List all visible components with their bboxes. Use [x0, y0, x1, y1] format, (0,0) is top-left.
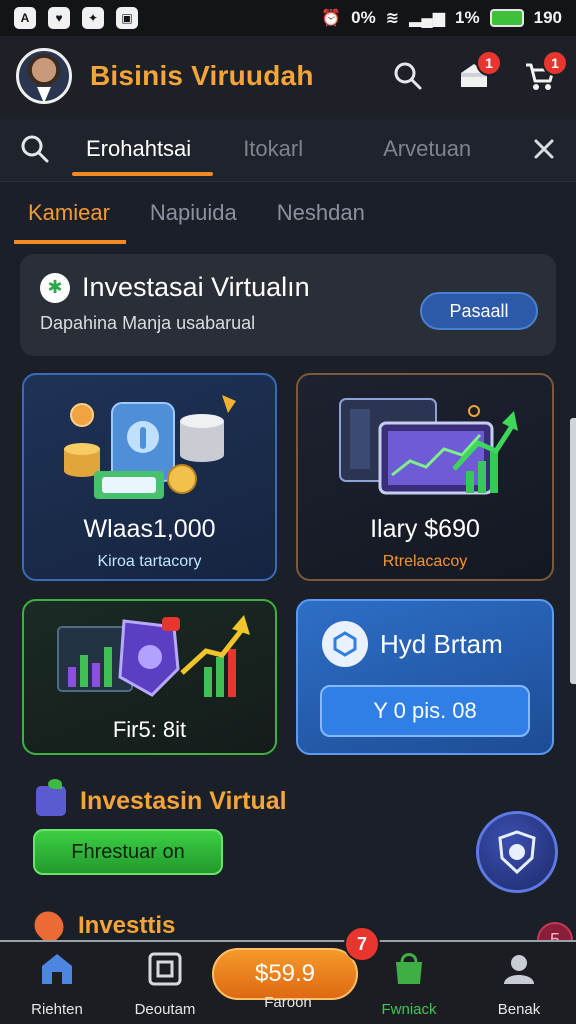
section-action-button[interactable]: Fhrestuar on [33, 829, 223, 875]
wallet-icon [148, 952, 182, 986]
search-icon[interactable] [20, 134, 50, 164]
leaf-icon: ✱ [40, 272, 70, 303]
app-title: Bisinis Viruudah [90, 60, 314, 91]
card-4-button[interactable]: Y 0 pis. 08 [320, 685, 530, 737]
banner-button[interactable]: Pasaall [420, 292, 538, 330]
search-icon [394, 62, 422, 90]
alarm-icon: ⏰ [321, 10, 342, 27]
card-4-title-row: Hyd Brtam [322, 621, 503, 667]
scrollbar[interactable] [570, 418, 576, 684]
status-time: 190 [533, 8, 562, 27]
status-bar: A ♥ ✦ ▣ ⏰ 0% ≋ ▂▄▆ 1% 190 [0, 0, 576, 36]
banner-title: Investasai Virtualın [82, 272, 310, 302]
investment-card-1[interactable]: Wlaas1,000 Kiroa tartacory [22, 373, 277, 581]
shield-icon [498, 830, 536, 874]
app-icon-2: ♥ [48, 7, 70, 29]
bag-icon [396, 953, 422, 984]
nav-label-riehten: Riehten [31, 1001, 83, 1018]
coins-wallet-illustration [64, 395, 236, 499]
shield-growth-illustration [57, 615, 250, 697]
card-4-title: Hyd Brtam [380, 628, 503, 659]
chart-monitor-illustration [339, 398, 518, 495]
card-1-subtitle: Kiroa tartacory [97, 553, 202, 570]
cart-badge: 1 [542, 50, 568, 76]
battery-icon [489, 9, 524, 27]
search-button[interactable] [388, 56, 428, 96]
home-icon [42, 954, 72, 984]
nav-label-faroon: Faroon [264, 994, 312, 1011]
status-app-icons: A ♥ ✦ ▣ [14, 7, 138, 29]
cube-icon [36, 779, 66, 816]
card-1-value: Wlaas1,000 [83, 515, 216, 543]
bottom-navigation: Riehten Deoutam $59.9 7 Faroon Fwniack B… [0, 926, 576, 1024]
nav-item-riehten[interactable]: Riehten [12, 950, 102, 1018]
nav-label-deoutam: Deoutam [134, 1001, 196, 1018]
investment-card-4[interactable]: Hyd Brtam Y 0 pis. 08 [296, 599, 554, 755]
shop-badge: 1 [476, 50, 502, 76]
category-tab-neshdan[interactable]: Neshdan [277, 182, 365, 244]
card-2-value: Ilary $690 [370, 515, 480, 543]
alarm-text: 0% [351, 8, 376, 27]
category-tabs: Kamiear Napiuida Neshdan [0, 182, 576, 244]
nav-label-benak: Benak [497, 1001, 541, 1018]
shop-button[interactable]: 1 [454, 50, 502, 96]
app-icon-1: A [14, 7, 36, 29]
card-3-value: Fir5: 8it [112, 717, 187, 742]
cart-button[interactable]: 1 [520, 50, 568, 96]
category-tab-kamiear[interactable]: Kamiear [14, 182, 126, 244]
hexagon-icon [322, 621, 368, 667]
avatar[interactable] [16, 48, 72, 104]
app-header: Bisinis Viruudah 1 1 [0, 36, 576, 116]
close-icon[interactable] [532, 137, 556, 161]
tab-erohahtsai[interactable]: Erohahtsai [71, 116, 214, 182]
investment-card-2[interactable]: Ilary $690 Rtrelacacoy [296, 373, 554, 581]
nav-item-fwniack[interactable]: Fwniack [364, 950, 454, 1018]
pay-button[interactable]: $59.9 [212, 948, 358, 1000]
section-2-title: Investtis [28, 905, 176, 947]
section-title: Investasin Virtual [36, 779, 287, 816]
section-2-title-text: Investtis [78, 912, 176, 939]
section-title-text: Investasin Virtual [80, 786, 287, 815]
investment-card-3[interactable]: Fir5: 8it [22, 599, 277, 755]
status-indicators: ⏰ 0% ≋ ▂▄▆ 1% 190 [321, 8, 562, 28]
nav-item-benak[interactable]: Benak [474, 950, 564, 1018]
nav-label-fwniack: Fwniack [381, 1001, 437, 1018]
category-tab-napiuida[interactable]: Napiuida [150, 182, 237, 244]
header-actions: 1 1 [388, 50, 568, 96]
search-tabs-bar: Erohahtsai Itokarl Arvetuan [0, 116, 576, 182]
nav-item-deoutam[interactable]: Deoutam [120, 950, 210, 1018]
wifi-icon: ≋ [385, 10, 400, 27]
signal-icon: ▂▄▆ [409, 10, 446, 27]
card-2-subtitle: Rtrelacacoy [382, 553, 468, 570]
battery-percent: 1% [455, 8, 480, 27]
nav-item-faroon[interactable]: Faroon [243, 994, 333, 1011]
tab-itokarl[interactable]: Itokarl [243, 116, 303, 182]
app-icon-4: ▣ [116, 7, 138, 29]
profile-icon [504, 955, 534, 984]
floating-shield-button[interactable] [476, 811, 558, 893]
tab-arvetuan[interactable]: Arvetuan [383, 116, 471, 182]
promo-banner: ✱ Investasai Virtualın Dapahina Manja us… [20, 254, 556, 356]
app-icon-3: ✦ [82, 7, 104, 29]
